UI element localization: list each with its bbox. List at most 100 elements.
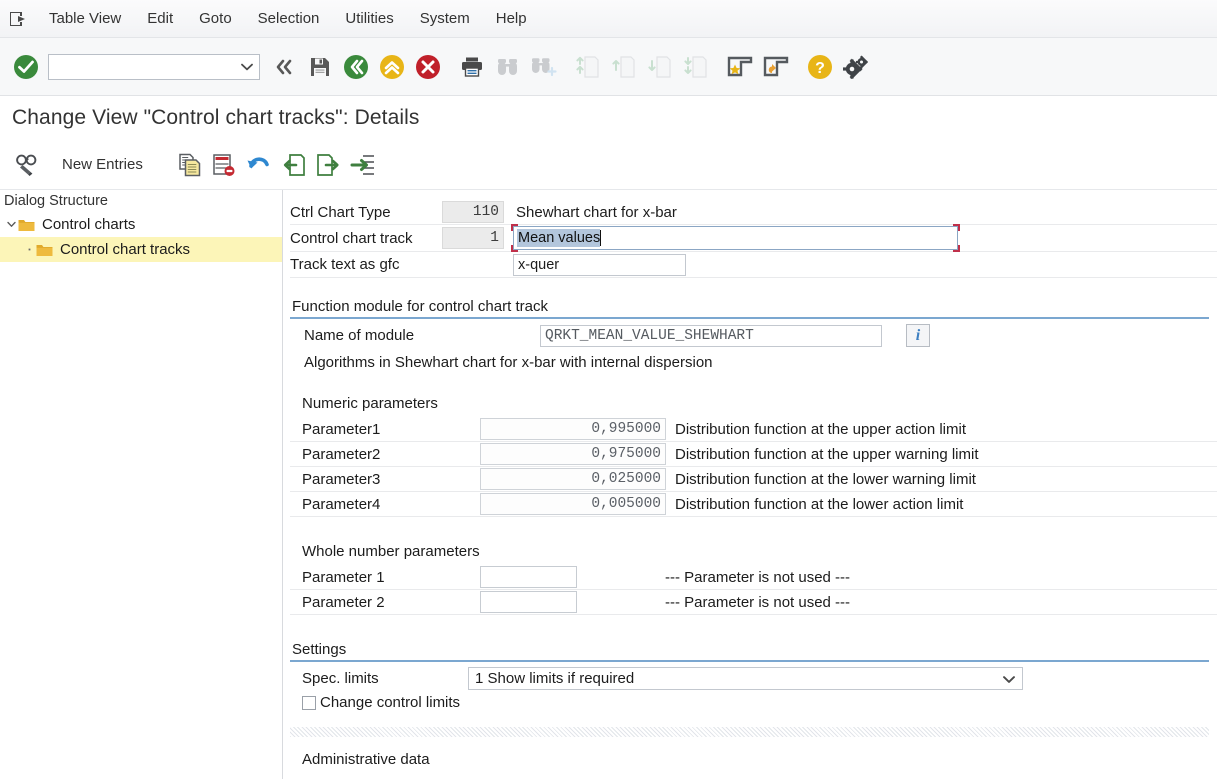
menu-collapse-icon[interactable] (266, 47, 302, 87)
ctrl-chart-type-text: Shewhart chart for x-bar (516, 203, 677, 221)
track-text-gfc-input[interactable]: x-quer (513, 253, 686, 276)
parameter1-input[interactable]: 0,995000 (480, 418, 666, 440)
parameter4-input[interactable]: 0,005000 (480, 493, 666, 515)
tree-node-control-charts[interactable]: Control charts (0, 212, 282, 237)
parameter3-description: Distribution function at the lower warni… (675, 470, 976, 488)
copy-as-icon[interactable] (173, 148, 207, 182)
row-parameter1: Parameter1 0,995000 Distribution functio… (290, 417, 1217, 442)
system-toolbar: ? (0, 38, 1217, 96)
control-chart-track-text-field[interactable]: Mean values (511, 224, 960, 252)
change-control-limits-checkbox[interactable] (302, 695, 316, 710)
delete-row-icon[interactable] (207, 148, 241, 182)
spec-limits-select[interactable]: 1 Show limits if required (468, 667, 1023, 690)
text-caret (600, 230, 602, 246)
menu-table-view-label: Table View (49, 10, 122, 27)
new-entries-button[interactable]: New Entries (48, 148, 157, 182)
customize-local-layout-icon[interactable] (838, 47, 874, 87)
next-page-icon[interactable] (642, 47, 678, 87)
menu-system-label: System (419, 10, 470, 27)
information-icon[interactable]: i (906, 324, 930, 347)
parameter2-input[interactable]: 0,975000 (480, 443, 666, 465)
help-icon[interactable]: ? (802, 47, 838, 87)
name-of-module-label: Name of module (304, 327, 415, 344)
parameter1-label: Parameter1 (302, 420, 381, 438)
cancel-icon[interactable] (410, 47, 446, 87)
page-title-bar: Change View "Control chart tracks": Deta… (0, 96, 1217, 140)
administrative-data-title: Administrative data (302, 751, 430, 768)
tree-content-splitter[interactable] (283, 190, 290, 779)
previous-page-icon[interactable] (606, 47, 642, 87)
name-of-module-input[interactable]: QRKT_MEAN_VALUE_SHEWHART (540, 324, 882, 347)
undo-icon[interactable] (241, 148, 277, 182)
whole-parameter-1-input[interactable] (480, 566, 577, 588)
function-module-description: Algorithms in Shewhart chart for x-bar w… (304, 354, 713, 371)
find-icon[interactable] (490, 47, 526, 87)
sap-logo-icon[interactable] (0, 0, 36, 38)
create-shortcut-icon[interactable] (722, 47, 758, 87)
parameter4-label: Parameter4 (302, 495, 381, 513)
previous-entry-icon[interactable] (277, 148, 311, 182)
chevron-down-icon[interactable] (4, 221, 18, 228)
menu-utilities[interactable]: Utilities (332, 0, 406, 38)
whole-parameter-2-input[interactable] (480, 591, 577, 613)
menu-selection[interactable]: Selection (245, 0, 333, 38)
create-new-session-icon[interactable] (758, 47, 794, 87)
track-text-gfc-label: Track text as gfc (290, 256, 400, 273)
details-content-panel: Ctrl Chart Type 110 Shewhart chart for x… (290, 190, 1217, 779)
row-parameter3: Parameter3 0,025000 Distribution functio… (290, 467, 1217, 492)
chevron-down-icon[interactable] (1003, 670, 1015, 687)
menu-table-view[interactable]: Table View (36, 0, 134, 38)
row-whole-parameter-1: Parameter 1 --- Parameter is not used --… (290, 565, 1217, 590)
spec-limits-label: Spec. limits (302, 670, 379, 687)
application-toolbar: New Entries (0, 140, 1217, 190)
back-icon[interactable] (338, 47, 374, 87)
first-page-icon[interactable] (570, 47, 606, 87)
whole-number-parameters-title: Whole number parameters (302, 543, 480, 560)
tree-node-control-chart-tracks[interactable]: Control chart tracks (0, 237, 282, 262)
menu-selection-label: Selection (257, 10, 320, 27)
function-module-group: Function module for control chart track … (290, 298, 1217, 371)
find-next-icon[interactable] (526, 47, 562, 87)
focus-bracket-bottom-left (511, 245, 518, 252)
whole-parameter-1-label: Parameter 1 (302, 568, 385, 586)
focus-bracket-bottom-right (953, 245, 960, 252)
last-page-icon[interactable] (678, 47, 714, 87)
row-track-text-gfc: Track text as gfc x-quer (290, 252, 1217, 278)
whole-parameter-2-label: Parameter 2 (302, 593, 385, 611)
enter-check-icon[interactable] (8, 47, 44, 87)
menu-goto[interactable]: Goto (186, 0, 245, 38)
menu-help[interactable]: Help (483, 0, 540, 38)
command-field[interactable] (48, 53, 260, 80)
variable-list-icon[interactable] (345, 148, 381, 182)
tree-node-control-chart-tracks-label: Control chart tracks (60, 241, 191, 258)
command-input[interactable] (49, 54, 259, 79)
whole-number-parameters-section: Whole number parameters Parameter 1 --- … (290, 543, 1217, 615)
menu-system[interactable]: System (407, 0, 483, 38)
save-icon[interactable] (302, 47, 338, 87)
print-icon[interactable] (454, 47, 490, 87)
menu-utilities-label: Utilities (345, 10, 394, 27)
sap-gui-window: Table View Edit Goto Selection Utilities… (0, 0, 1217, 779)
menu-edit-label: Edit (147, 10, 174, 27)
row-change-control-limits: Change control limits (290, 690, 1209, 715)
focus-bracket-top-right (953, 224, 960, 231)
control-chart-track-text-value: Mean values (517, 229, 601, 247)
parameter4-description: Distribution function at the lower actio… (675, 495, 964, 513)
menu-edit[interactable]: Edit (134, 0, 186, 38)
parameter3-input[interactable]: 0,025000 (480, 468, 666, 490)
ctrl-chart-type-label: Ctrl Chart Type (290, 203, 391, 221)
group-hatch-divider (290, 727, 1209, 737)
exit-icon[interactable] (374, 47, 410, 87)
parameter2-label: Parameter2 (302, 445, 381, 463)
parameter2-description: Distribution function at the upper warni… (675, 445, 979, 463)
administrative-data-section: Administrative data (290, 751, 1217, 768)
display-change-glasses-icon[interactable] (10, 148, 48, 182)
next-entry-icon[interactable] (311, 148, 345, 182)
change-control-limits-label: Change control limits (320, 694, 461, 711)
settings-group: Settings Spec. limits 1 Show limits if r… (290, 641, 1217, 737)
tree-leaf-dot-icon (22, 247, 36, 252)
row-parameter2: Parameter2 0,975000 Distribution functio… (290, 442, 1217, 467)
menu-help-label: Help (495, 10, 527, 27)
new-entries-label: New Entries (62, 156, 143, 173)
row-ctrl-chart-type: Ctrl Chart Type 110 Shewhart chart for x… (290, 200, 1217, 225)
